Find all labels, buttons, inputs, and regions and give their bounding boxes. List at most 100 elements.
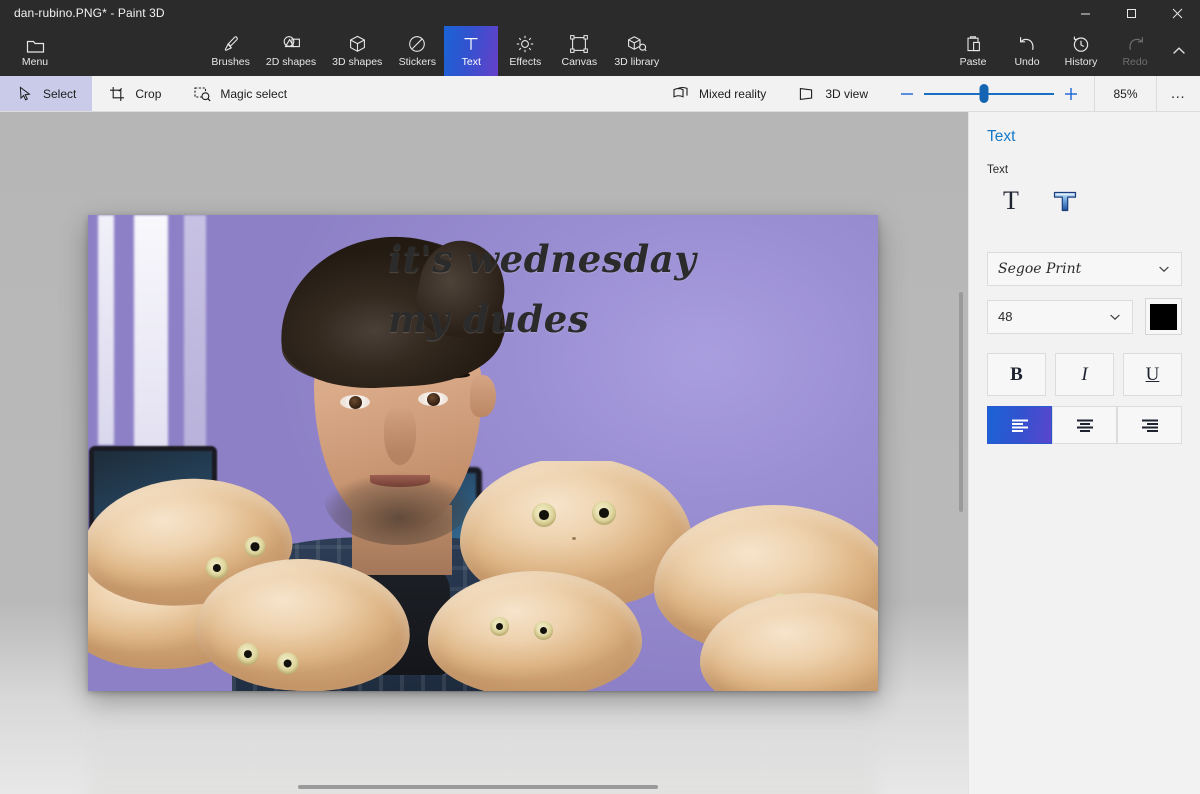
- select-tool-label: Select: [43, 87, 76, 101]
- zoom-out-button[interactable]: [890, 76, 924, 112]
- chevron-up-icon: [1171, 43, 1187, 59]
- mixed-reality-icon: [672, 86, 690, 102]
- font-size-row: 48: [987, 298, 1182, 335]
- mixed-reality-label: Mixed reality: [699, 87, 766, 101]
- font-family-select[interactable]: Segoe Print: [987, 252, 1182, 286]
- undo-button[interactable]: Undo: [1000, 26, 1054, 76]
- frog-eye: [534, 621, 553, 640]
- 2d-text-type-button[interactable]: T: [993, 184, 1029, 218]
- tool-3d-shapes[interactable]: 3D shapes: [324, 26, 390, 76]
- chevron-down-icon: [1108, 310, 1122, 324]
- canvas-icon: [569, 34, 589, 54]
- iris: [349, 396, 362, 409]
- stickers-icon: [407, 34, 427, 54]
- text-properties-panel: Text Text T: [968, 112, 1200, 794]
- more-options-button[interactable]: …: [1156, 76, 1200, 111]
- paint3d-window: dan-rubino.PNG* - Paint 3D: [0, 0, 1200, 794]
- zoom-in-button[interactable]: [1054, 76, 1088, 112]
- toolbar-spacer: [303, 76, 656, 111]
- tool-canvas[interactable]: Canvas: [552, 26, 606, 76]
- 3d-text-type-button[interactable]: [1047, 184, 1083, 218]
- menu-button[interactable]: Menu: [6, 26, 64, 76]
- canvas-caption-line2[interactable]: my dudes: [388, 297, 589, 341]
- vertical-scrollbar-thumb[interactable]: [959, 292, 963, 512]
- 3d-view-icon: [798, 86, 816, 102]
- chevron-down-icon: [1157, 262, 1171, 276]
- tool-text[interactable]: Text: [444, 26, 498, 76]
- tool-stickers[interactable]: Stickers: [390, 26, 444, 76]
- bold-button[interactable]: B: [987, 353, 1046, 396]
- tool-effects[interactable]: Effects: [498, 26, 552, 76]
- tool-label: 3D shapes: [332, 56, 382, 68]
- paste-button[interactable]: Paste: [946, 26, 1000, 76]
- 2d-shapes-icon: [281, 34, 302, 54]
- crop-tool-label: Crop: [135, 87, 161, 101]
- vertical-scrollbar[interactable]: [954, 112, 968, 794]
- frog-eye: [205, 556, 228, 579]
- tool-brushes[interactable]: Brushes: [203, 26, 258, 76]
- zoom-percentage[interactable]: 85%: [1094, 76, 1156, 111]
- color-chip: [1150, 304, 1177, 330]
- tool-2d-shapes[interactable]: 2D shapes: [258, 26, 324, 76]
- maximize-button[interactable]: [1108, 0, 1154, 26]
- tool-label: Stickers: [399, 56, 436, 68]
- close-button[interactable]: [1154, 0, 1200, 26]
- action-label: History: [1065, 56, 1098, 68]
- text-type-options: T: [987, 184, 1182, 218]
- main-area: it's wednesday my dudes Text Text T: [0, 112, 1200, 794]
- text-color-swatch[interactable]: [1145, 298, 1182, 335]
- title-bar: dan-rubino.PNG* - Paint 3D: [0, 0, 1200, 26]
- magic-select-button[interactable]: Magic select: [177, 76, 303, 111]
- underline-button[interactable]: U: [1123, 353, 1182, 396]
- tool-label: 2D shapes: [266, 56, 316, 68]
- nose: [384, 405, 416, 465]
- align-left-icon: [1009, 417, 1031, 433]
- canvas-caption-line1[interactable]: it's wednesday: [388, 237, 696, 281]
- eye: [418, 392, 448, 406]
- 3d-view-label: 3D view: [825, 87, 868, 101]
- frog-eye: [244, 536, 266, 558]
- window-title: dan-rubino.PNG* - Paint 3D: [0, 6, 165, 20]
- align-center-icon: [1074, 417, 1096, 433]
- magic-select-label: Magic select: [220, 87, 287, 101]
- frog-eye: [276, 652, 299, 675]
- undo-icon: [1018, 34, 1037, 54]
- canvas-workspace[interactable]: it's wednesday my dudes: [0, 112, 968, 794]
- mixed-reality-button[interactable]: Mixed reality: [656, 76, 782, 111]
- collapse-ribbon-button[interactable]: [1162, 26, 1196, 76]
- canvas-container[interactable]: it's wednesday my dudes: [88, 215, 878, 691]
- canvas-floor-reflection: [88, 691, 878, 794]
- sub-toolbar: Select Crop Magic select: [0, 76, 1200, 112]
- frog-eye: [532, 503, 556, 527]
- align-right-button[interactable]: [1117, 406, 1182, 444]
- action-label: Undo: [1014, 56, 1039, 68]
- history-button[interactable]: History: [1054, 26, 1108, 76]
- align-center-button[interactable]: [1052, 406, 1117, 444]
- maximize-icon: [1126, 8, 1137, 19]
- align-left-button[interactable]: [987, 406, 1052, 444]
- text-icon: [462, 34, 480, 54]
- horizontal-scrollbar[interactable]: [0, 780, 954, 794]
- tool-3d-library[interactable]: 3D library: [606, 26, 667, 76]
- minimize-button[interactable]: [1062, 0, 1108, 26]
- panel-section-label: Text: [987, 164, 1182, 176]
- select-tool-button[interactable]: Select: [0, 76, 92, 111]
- tool-label: Text: [462, 56, 481, 68]
- zoom-slider[interactable]: [924, 76, 1054, 112]
- frog-eye: [490, 617, 509, 636]
- tool-label: Brushes: [211, 56, 250, 68]
- crop-tool-button[interactable]: Crop: [92, 76, 177, 111]
- image-canvas[interactable]: it's wednesday my dudes: [88, 215, 878, 691]
- action-label: Paste: [960, 56, 987, 68]
- font-size-select[interactable]: 48: [987, 300, 1133, 334]
- italic-button[interactable]: I: [1055, 353, 1114, 396]
- window-blind: [184, 215, 206, 453]
- redo-icon: [1126, 34, 1145, 54]
- zoom-slider-thumb[interactable]: [979, 84, 988, 103]
- window-blind: [98, 215, 114, 445]
- redo-button[interactable]: Redo: [1108, 26, 1162, 76]
- tool-label: Effects: [509, 56, 541, 68]
- 3d-view-button[interactable]: 3D view: [782, 76, 884, 111]
- bread-frogs-group: [88, 461, 878, 691]
- horizontal-scrollbar-thumb[interactable]: [298, 785, 658, 789]
